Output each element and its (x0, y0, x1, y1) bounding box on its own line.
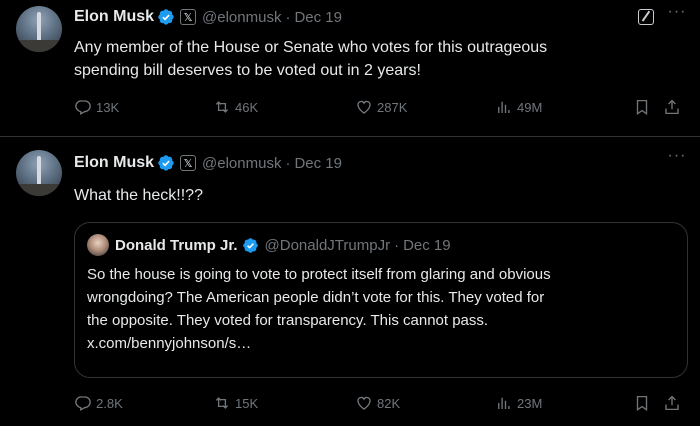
reply-icon (75, 100, 91, 115)
like-count: 82K (377, 395, 401, 411)
quoted-text-line: the opposite. They voted for transparenc… (87, 312, 489, 329)
author-handle[interactable]: @elonmusk (202, 155, 281, 172)
quoted-author-handle: @DonaldJTrumpJr (264, 236, 391, 254)
separator: · (394, 236, 400, 254)
tweet-date[interactable]: Dec 19 (294, 155, 342, 172)
bookmark-icon (636, 99, 648, 116)
separator: · (285, 8, 291, 26)
verified-badge-icon (158, 9, 174, 25)
like-button[interactable]: 82K (355, 393, 400, 413)
quoted-tweet[interactable]: Donald Trump Jr. @DonaldJTrumpJr · Dec 1… (74, 222, 688, 378)
more-icon[interactable]: ··· (666, 148, 688, 168)
views-button[interactable]: 49M (495, 97, 542, 117)
repost-count: 46K (235, 99, 259, 115)
quoted-avatar (87, 234, 109, 256)
author-name[interactable]: Elon Musk (74, 154, 154, 172)
quoted-author-name: Donald Trump Jr. (115, 236, 238, 254)
tweet-header: Elon Musk 𝕏 @elonmusk · Dec 19 (74, 6, 342, 28)
repost-icon (215, 397, 229, 409)
like-icon (357, 396, 371, 410)
action-bar: 2.8K 15K 82K 23M (74, 393, 688, 413)
reply-count: 13K (96, 99, 120, 115)
share-icon (665, 99, 679, 115)
quoted-tweet-date: Dec 19 (403, 236, 451, 254)
quoted-tweet-header: Donald Trump Jr. @DonaldJTrumpJr · Dec 1… (87, 234, 451, 256)
action-bar: 13K 46K 287K 49M (74, 97, 688, 117)
tweet-date[interactable]: Dec 19 (294, 9, 342, 26)
quoted-text-line: So the house is going to vote to protect… (87, 266, 551, 283)
share-icon (665, 395, 679, 411)
like-icon (357, 100, 371, 114)
reply-button[interactable]: 2.8K (74, 393, 123, 413)
like-button[interactable]: 287K (355, 97, 407, 117)
quoted-tweet-text: So the house is going to vote to protect… (87, 263, 677, 355)
author-handle[interactable]: @elonmusk (202, 9, 281, 26)
quoted-text-line: wrongdoing? The American people didn’t v… (87, 289, 545, 306)
avatar[interactable] (16, 6, 62, 52)
reply-count: 2.8K (96, 395, 123, 411)
share-button[interactable] (663, 393, 681, 413)
tweet-text-line: Any member of the House or Senate who vo… (74, 39, 548, 56)
repost-button[interactable]: 46K (213, 97, 258, 117)
reply-button[interactable]: 13K (74, 97, 119, 117)
bookmark-icon (636, 395, 648, 412)
bookmark-button[interactable] (633, 97, 651, 117)
more-icon[interactable]: ··· (666, 4, 688, 24)
verified-badge-icon (242, 237, 258, 253)
reply-icon (75, 396, 91, 411)
tweet-text: What the heck!!?? (74, 184, 674, 207)
views-icon (498, 101, 510, 113)
repost-icon (215, 101, 229, 113)
views-count: 23M (517, 395, 543, 411)
grok-icon[interactable] (638, 9, 654, 25)
author-name[interactable]: Elon Musk (74, 8, 154, 26)
views-count: 49M (517, 99, 543, 115)
separator: · (285, 154, 291, 172)
views-button[interactable]: 23M (495, 393, 542, 413)
views-icon (498, 397, 510, 409)
tweet[interactable]: Elon Musk 𝕏 @elonmusk · Dec 19 ··· Any m… (0, 0, 700, 137)
repost-button[interactable]: 15K (213, 393, 258, 413)
quoted-link[interactable]: x.com/bennyjohnson/s… (87, 332, 677, 355)
tweet-header: Elon Musk 𝕏 @elonmusk · Dec 19 (74, 152, 342, 174)
share-button[interactable] (663, 97, 681, 117)
verified-badge-icon (158, 155, 174, 171)
tweet-text: Any member of the House or Senate who vo… (74, 36, 674, 82)
repost-count: 15K (235, 395, 259, 411)
affiliate-badge-icon: 𝕏 (180, 9, 197, 25)
tweet-text-line: spending bill deserves to be voted out i… (74, 62, 421, 79)
affiliate-badge-icon: 𝕏 (180, 155, 197, 171)
tweet[interactable]: Elon Musk 𝕏 @elonmusk · Dec 19 ··· What … (0, 138, 700, 426)
avatar[interactable] (16, 150, 62, 196)
like-count: 287K (377, 99, 408, 115)
bookmark-button[interactable] (633, 393, 651, 413)
tweet-text-line: What the heck!!?? (74, 187, 203, 204)
